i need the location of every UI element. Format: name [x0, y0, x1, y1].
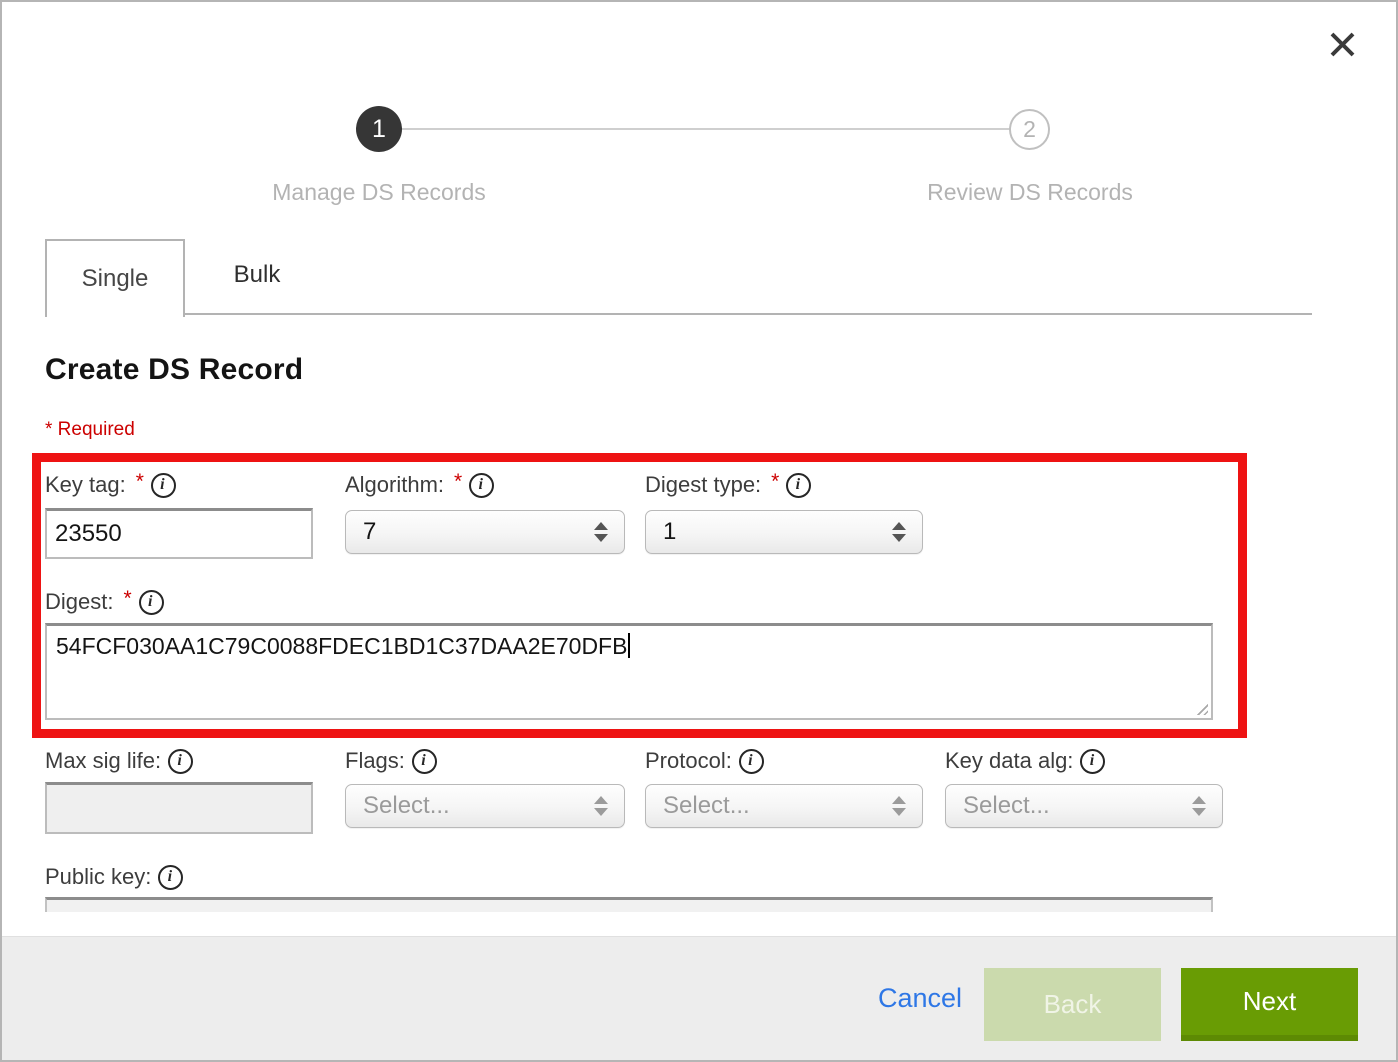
- step-2-label: Review DS Records: [870, 179, 1190, 206]
- info-icon[interactable]: i: [412, 749, 437, 774]
- stepper-connector: [379, 128, 1030, 130]
- step-2-number: 2: [1023, 116, 1036, 143]
- create-ds-record-dialog: 1 2 Manage DS Records Review DS Records …: [0, 0, 1398, 1062]
- algorithm-select[interactable]: 7: [345, 510, 625, 554]
- close-button[interactable]: [1322, 26, 1362, 66]
- required-star: *: [454, 470, 462, 494]
- tab-bar-underline: [45, 313, 1312, 315]
- step-2-circle: 2: [1009, 109, 1050, 150]
- required-note: * Required: [45, 419, 135, 441]
- digest-textarea[interactable]: 54FCF030AA1C79C0088FDEC1BD1C37DAA2E70DFB: [45, 623, 1213, 720]
- step-1-label: Manage DS Records: [219, 179, 539, 206]
- flags-select-value: Select...: [346, 792, 450, 820]
- algorithm-label-text: Algorithm:: [345, 472, 444, 498]
- back-button[interactable]: Back: [984, 968, 1161, 1041]
- public-key-textarea[interactable]: [45, 897, 1213, 912]
- info-icon[interactable]: i: [151, 473, 176, 498]
- key-tag-label-text: Key tag:: [45, 472, 126, 498]
- next-button[interactable]: Next: [1181, 968, 1358, 1041]
- text-cursor: [628, 633, 630, 658]
- page-title: Create DS Record: [45, 353, 303, 387]
- info-icon[interactable]: i: [1080, 749, 1105, 774]
- select-arrows-icon: [892, 796, 906, 816]
- key-data-alg-label-text: Key data alg:: [945, 748, 1073, 774]
- required-star: *: [771, 470, 779, 494]
- max-sig-life-label-text: Max sig life:: [45, 748, 161, 774]
- digest-value: 54FCF030AA1C79C0088FDEC1BD1C37DAA2E70DFB: [56, 633, 627, 659]
- select-arrows-icon: [1192, 796, 1206, 816]
- select-arrows-icon: [892, 522, 906, 542]
- dialog-footer: Cancel Back Next: [2, 936, 1396, 1060]
- algorithm-label: Algorithm: * i: [345, 470, 494, 500]
- flags-label: Flags: i: [345, 746, 437, 776]
- digest-type-label: Digest type: * i: [645, 470, 811, 500]
- digest-type-select-value: 1: [646, 518, 676, 546]
- key-data-alg-select[interactable]: Select...: [945, 784, 1223, 828]
- key-data-alg-select-value: Select...: [946, 792, 1050, 820]
- cancel-button[interactable]: Cancel: [858, 968, 982, 1028]
- tab-bulk[interactable]: Bulk: [187, 239, 327, 311]
- info-icon[interactable]: i: [168, 749, 193, 774]
- flags-select[interactable]: Select...: [345, 784, 625, 828]
- tab-single-label: Single: [82, 265, 149, 293]
- algorithm-select-value: 7: [346, 518, 376, 546]
- info-icon[interactable]: i: [139, 590, 164, 615]
- public-key-label: Public key: i: [45, 862, 183, 892]
- required-star: *: [136, 470, 144, 494]
- protocol-label-text: Protocol:: [645, 748, 732, 774]
- close-icon: [1329, 31, 1356, 61]
- protocol-label: Protocol: i: [645, 746, 764, 776]
- info-icon[interactable]: i: [158, 865, 183, 890]
- tab-single[interactable]: Single: [45, 239, 185, 317]
- info-icon[interactable]: i: [739, 749, 764, 774]
- resize-handle-icon[interactable]: [1194, 701, 1208, 715]
- max-sig-life-label: Max sig life: i: [45, 746, 193, 776]
- info-icon[interactable]: i: [786, 473, 811, 498]
- digest-type-label-text: Digest type:: [645, 472, 761, 498]
- required-star: *: [123, 587, 131, 611]
- key-data-alg-label: Key data alg: i: [945, 746, 1105, 776]
- public-key-label-text: Public key:: [45, 864, 151, 890]
- step-1-number: 1: [372, 115, 386, 144]
- tab-bulk-label: Bulk: [234, 261, 281, 289]
- key-tag-input[interactable]: [45, 508, 313, 559]
- select-arrows-icon: [594, 796, 608, 816]
- info-icon[interactable]: i: [469, 473, 494, 498]
- digest-label: Digest: * i: [45, 587, 164, 617]
- protocol-select-value: Select...: [646, 792, 750, 820]
- step-1-circle: 1: [356, 106, 402, 152]
- protocol-select[interactable]: Select...: [645, 784, 923, 828]
- digest-label-text: Digest:: [45, 589, 113, 615]
- max-sig-life-input[interactable]: [45, 782, 313, 834]
- key-tag-label: Key tag: * i: [45, 470, 176, 500]
- flags-label-text: Flags:: [345, 748, 405, 774]
- digest-type-select[interactable]: 1: [645, 510, 923, 554]
- select-arrows-icon: [594, 522, 608, 542]
